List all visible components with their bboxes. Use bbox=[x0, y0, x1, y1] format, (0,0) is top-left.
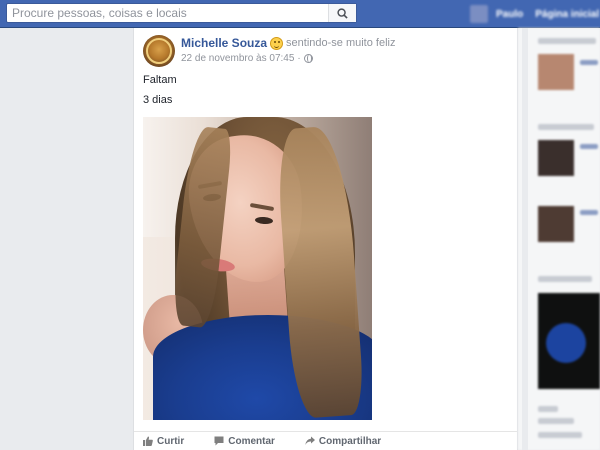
right-sidebar bbox=[518, 28, 600, 450]
post-photo[interactable] bbox=[143, 117, 372, 420]
sidebar-heading bbox=[538, 124, 594, 130]
comment-label: Comentar bbox=[228, 435, 275, 447]
share-label: Compartilhar bbox=[318, 435, 382, 447]
top-navigation-bar: Paulo Página inicial bbox=[0, 0, 600, 28]
author-name-link[interactable]: Michelle Souza bbox=[181, 36, 267, 50]
sidebar-ad[interactable] bbox=[538, 293, 600, 389]
search-icon bbox=[337, 7, 348, 19]
like-label: Curtir bbox=[157, 435, 185, 447]
left-column bbox=[0, 28, 133, 450]
comment-button[interactable]: Comentar bbox=[214, 436, 275, 447]
ad-graphic bbox=[546, 323, 586, 363]
sidebar-link[interactable] bbox=[580, 144, 598, 149]
author-avatar[interactable] bbox=[143, 35, 175, 67]
post-actions: Curtir Comentar Compartilhar bbox=[134, 431, 517, 450]
search-button[interactable] bbox=[328, 4, 356, 22]
top-right-nav: Paulo Página inicial bbox=[470, 0, 600, 28]
post-text-line: Faltam bbox=[143, 74, 177, 86]
sidebar-thumbnail[interactable] bbox=[538, 206, 574, 242]
feeling-text[interactable]: sentindo-se muito feliz bbox=[286, 37, 395, 49]
home-link[interactable]: Página inicial bbox=[531, 9, 600, 20]
sidebar-heading bbox=[538, 276, 592, 282]
meta-separator: · bbox=[297, 53, 301, 64]
search-box bbox=[6, 3, 357, 23]
author-line: Michelle Souza sentindo-se muito feliz bbox=[181, 36, 395, 50]
sidebar-heading bbox=[538, 38, 596, 44]
post-text-line: 3 dias bbox=[143, 94, 173, 106]
post-timestamp[interactable]: 22 de novembro às 07:45 bbox=[181, 53, 294, 64]
column-divider bbox=[522, 28, 528, 450]
sidebar-text bbox=[538, 432, 582, 438]
sidebar-thumbnail[interactable] bbox=[538, 54, 574, 90]
search-input[interactable] bbox=[7, 4, 329, 22]
sidebar-thumbnail[interactable] bbox=[538, 140, 574, 176]
avatar-ring bbox=[146, 38, 172, 64]
thumbs-up-icon bbox=[143, 436, 153, 446]
comment-icon bbox=[214, 436, 224, 446]
share-button[interactable]: Compartilhar bbox=[305, 436, 381, 447]
profile-avatar[interactable] bbox=[470, 5, 488, 23]
post-meta: 22 de novembro às 07:45 · bbox=[181, 53, 313, 64]
globe-icon[interactable] bbox=[303, 54, 313, 63]
profile-link[interactable]: Paulo bbox=[492, 9, 527, 20]
sidebar-link[interactable] bbox=[580, 210, 598, 215]
sidebar-link[interactable] bbox=[580, 60, 598, 65]
sidebar-text bbox=[538, 418, 574, 424]
post-text: Faltam 3 dias bbox=[143, 75, 177, 115]
post-header: Michelle Souza sentindo-se muito feliz 2… bbox=[143, 35, 503, 67]
share-icon bbox=[305, 436, 315, 445]
feed-post: Michelle Souza sentindo-se muito feliz 2… bbox=[133, 28, 518, 450]
smiley-icon bbox=[270, 36, 284, 50]
sidebar-text bbox=[538, 406, 558, 412]
like-button[interactable]: Curtir bbox=[143, 436, 184, 447]
